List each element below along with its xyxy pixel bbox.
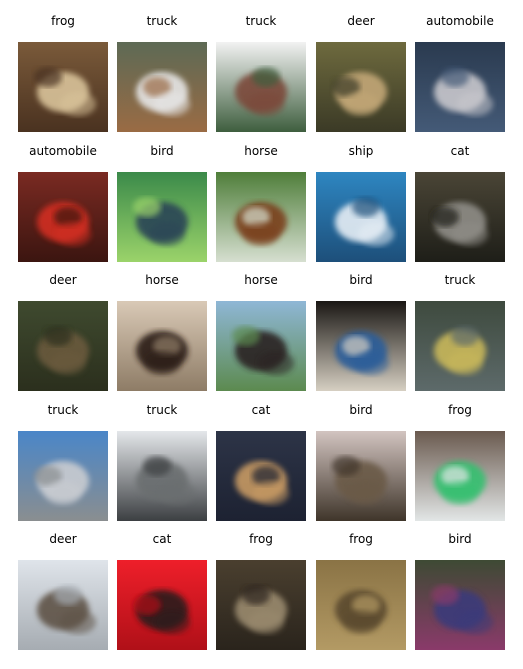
thumbnail-blob bbox=[154, 92, 190, 116]
thumbnail bbox=[18, 560, 108, 650]
thumbnail-image bbox=[316, 172, 406, 262]
thumbnail-image bbox=[117, 560, 207, 650]
thumbnail bbox=[316, 560, 406, 650]
thumbnail bbox=[117, 301, 207, 391]
thumbnail bbox=[415, 301, 505, 391]
thumbnail-image bbox=[216, 560, 306, 650]
thumbnail-blob bbox=[60, 92, 96, 116]
thumbnail bbox=[117, 560, 207, 650]
thumbnail-blob bbox=[154, 610, 190, 634]
thumbnail-blob bbox=[149, 222, 185, 246]
thumbnail-blob bbox=[457, 92, 493, 116]
thumbnail-image bbox=[415, 431, 505, 521]
thumbnail-blob bbox=[243, 222, 279, 246]
thumbnail-image bbox=[316, 301, 406, 391]
thumbnail-blob bbox=[159, 481, 195, 505]
thumbnail-blob bbox=[358, 222, 394, 246]
thumbnail-blob bbox=[232, 326, 260, 346]
image-label: bird bbox=[448, 532, 472, 546]
thumbnail-image bbox=[117, 172, 207, 262]
thumbnail-blob bbox=[54, 585, 82, 605]
thumbnail-image bbox=[415, 301, 505, 391]
image-label: cat bbox=[450, 144, 470, 158]
thumbnail-image bbox=[216, 431, 306, 521]
thumbnail-image bbox=[216, 172, 306, 262]
thumbnail-image bbox=[117, 42, 207, 132]
thumbnail bbox=[18, 301, 108, 391]
thumbnail-blob bbox=[343, 610, 379, 634]
thumbnail bbox=[117, 172, 207, 262]
thumbnail-image bbox=[415, 560, 505, 650]
thumbnail bbox=[316, 42, 406, 132]
thumbnail bbox=[216, 560, 306, 650]
thumbnail-blob bbox=[332, 456, 360, 476]
thumbnail-blob bbox=[242, 585, 270, 605]
thumbnail-blob bbox=[447, 351, 483, 375]
thumbnail-blob bbox=[133, 197, 161, 217]
thumbnail bbox=[18, 42, 108, 132]
thumbnail-image bbox=[18, 172, 108, 262]
thumbnail-blob bbox=[441, 67, 469, 87]
thumbnail-blob bbox=[431, 207, 459, 227]
thumbnail-blob bbox=[431, 585, 459, 605]
thumbnail-blob bbox=[343, 92, 379, 116]
thumbnail bbox=[415, 560, 505, 650]
image-label: automobile bbox=[426, 14, 494, 28]
thumbnail bbox=[316, 301, 406, 391]
thumbnail-blob bbox=[452, 222, 488, 246]
thumbnail-blob bbox=[60, 610, 96, 634]
thumbnail bbox=[216, 42, 306, 132]
thumbnail bbox=[18, 172, 108, 262]
thumbnail-image bbox=[216, 301, 306, 391]
thumbnail-blob bbox=[44, 326, 72, 346]
thumbnail-blob bbox=[143, 456, 171, 476]
thumbnail-image bbox=[117, 301, 207, 391]
thumbnail-image bbox=[316, 560, 406, 650]
thumbnail-image bbox=[216, 42, 306, 132]
thumbnail-image bbox=[316, 431, 406, 521]
thumbnail bbox=[117, 42, 207, 132]
thumbnail-image bbox=[18, 560, 108, 650]
thumbnail-blob bbox=[442, 481, 478, 505]
thumbnail-blob bbox=[352, 197, 380, 217]
thumbnail-image bbox=[18, 42, 108, 132]
thumbnail bbox=[316, 172, 406, 262]
thumbnail bbox=[415, 172, 505, 262]
thumbnail-blob bbox=[451, 326, 479, 346]
thumbnail-image bbox=[18, 301, 108, 391]
thumbnail-blob bbox=[144, 351, 180, 375]
thumbnail-blob bbox=[248, 92, 284, 116]
thumbnail bbox=[216, 172, 306, 262]
image-label: frog bbox=[448, 403, 472, 417]
thumbnail-blob bbox=[45, 481, 81, 505]
thumbnail bbox=[415, 42, 505, 132]
thumbnail bbox=[216, 431, 306, 521]
thumbnail-blob bbox=[457, 610, 493, 634]
thumbnail-blob bbox=[348, 481, 384, 505]
thumbnail-blob bbox=[258, 351, 294, 375]
thumbnail-blob bbox=[34, 67, 62, 87]
thumbnail-image bbox=[117, 431, 207, 521]
image-label: truck bbox=[444, 273, 476, 287]
thumbnail-image bbox=[415, 42, 505, 132]
thumbnail bbox=[117, 431, 207, 521]
thumbnail-blob bbox=[353, 351, 389, 375]
thumbnail-blob bbox=[133, 595, 161, 615]
thumbnail-blob bbox=[253, 481, 289, 505]
thumbnail-blob bbox=[55, 222, 91, 246]
thumbnail bbox=[216, 301, 306, 391]
thumbnail-blob bbox=[248, 610, 284, 634]
thumbnail-image bbox=[316, 42, 406, 132]
thumbnail-image bbox=[415, 172, 505, 262]
thumbnail-blob bbox=[50, 351, 86, 375]
thumbnail-blob bbox=[252, 67, 280, 87]
thumbnail-image bbox=[18, 431, 108, 521]
image-grid: frog truck truck deer automobile automobile bi… bbox=[0, 0, 523, 669]
thumbnail bbox=[18, 431, 108, 521]
thumbnail bbox=[415, 431, 505, 521]
thumbnail bbox=[316, 431, 406, 521]
